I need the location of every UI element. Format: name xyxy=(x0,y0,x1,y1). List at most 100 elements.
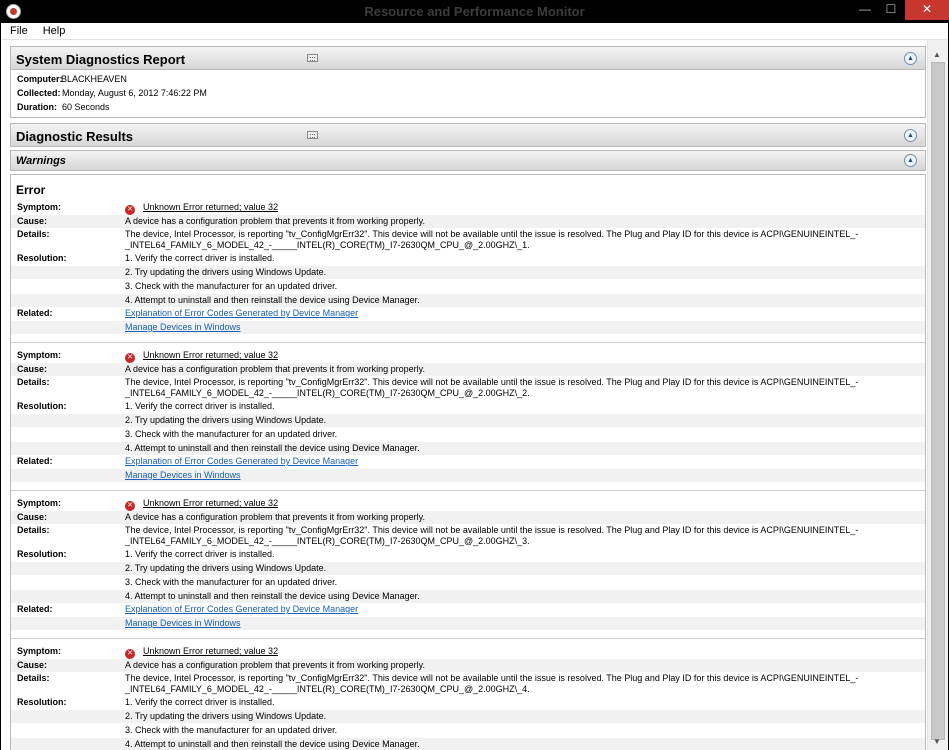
detail-row: 3. Check with the manufacturer for an up… xyxy=(11,576,925,589)
details-text-cont: _INTEL64_FAMILY_6_MODEL_42_-_____INTEL(R… xyxy=(125,240,530,251)
detail-row: 4. Attempt to uninstall and then reinsta… xyxy=(11,441,925,455)
detail-row: Resolution: 1. Verify the correct driver … xyxy=(11,400,925,413)
detail-row: Resolution: 1. Verify the correct driver … xyxy=(11,252,925,265)
cause-text: A device has a configuration problem tha… xyxy=(125,511,425,522)
resolution-step: 3. Check with the manufacturer for an up… xyxy=(125,428,338,439)
close-button[interactable]: ✕ xyxy=(905,0,949,20)
collapse-up-icon[interactable]: ▲ xyxy=(904,52,917,65)
field-label: Resolution: xyxy=(17,697,67,708)
scroll-down-icon[interactable]: ▼ xyxy=(933,737,941,746)
menu-help[interactable]: Help xyxy=(34,23,72,37)
details-text-cont: _INTEL64_FAMILY_6_MODEL_42_-_____INTEL(R… xyxy=(125,388,530,399)
scroll-up-icon[interactable]: ▲ xyxy=(933,50,941,59)
field-label: Cause: xyxy=(17,659,48,670)
field-label: Resolution: xyxy=(17,253,67,264)
detail-row: Cause: A device has a configuration probl… xyxy=(11,658,925,672)
resolution-step: 3. Check with the manufacturer for an up… xyxy=(125,724,338,735)
field-label: Symptom: xyxy=(17,498,62,508)
details-text-cont: _INTEL64_FAMILY_6_MODEL_42_-_____INTEL(R… xyxy=(125,536,530,547)
cause-text: A device has a configuration problem tha… xyxy=(125,363,425,374)
detail-row: Symptom: ✕ Unknown Error returned; value 3… xyxy=(11,201,925,215)
detail-row: 4. Attempt to uninstall and then reinsta… xyxy=(11,737,925,750)
resolution-step: 1. Verify the correct driver is installe… xyxy=(125,697,275,708)
detail-row: Related: Explanation of Error Codes Gener… xyxy=(11,455,925,468)
divider xyxy=(11,342,925,343)
error-section: Error Symptom: ✕ Unknown Error returned; v… xyxy=(10,174,926,750)
related-link[interactable]: Explanation of Error Codes Generated by … xyxy=(125,456,358,466)
cause-text: A device has a configuration problem tha… xyxy=(125,659,425,670)
detail-row: Related: Explanation of Error Codes Gener… xyxy=(11,603,925,616)
collected-row: Collected:Monday, August 6, 2012 7:46:22… xyxy=(17,88,207,98)
section-grip-icon[interactable] xyxy=(307,54,318,62)
error-icon: ✕ xyxy=(125,649,135,659)
report-title: System Diagnostics Report xyxy=(16,52,186,67)
error-icon: ✕ xyxy=(125,353,135,363)
field-label: Symptom: xyxy=(17,646,62,656)
detail-row: 2. Try updating the drivers using Window… xyxy=(11,266,925,280)
section-header-system-diagnostics[interactable]: System Diagnostics Report ▲ xyxy=(10,46,926,70)
vertical-scrollbar[interactable]: ▲ ▼ xyxy=(927,40,948,750)
resolution-step: 4. Attempt to uninstall and then reinsta… xyxy=(125,590,420,601)
detail-row: Details: The device, Intel Processor, is … xyxy=(11,524,925,548)
detail-row: Cause: A device has a configuration probl… xyxy=(11,510,925,524)
related-link[interactable]: Manage Devices in Windows xyxy=(125,618,241,628)
section-grip-icon[interactable] xyxy=(307,131,318,139)
field-label: Resolution: xyxy=(17,549,67,560)
detail-row: Cause: A device has a configuration probl… xyxy=(11,362,925,376)
symptom-text[interactable]: Unknown Error returned; value 32 xyxy=(143,498,278,508)
detail-row: Resolution: 1. Verify the correct driver … xyxy=(11,696,925,709)
related-link[interactable]: Explanation of Error Codes Generated by … xyxy=(125,604,358,614)
section-header-warnings[interactable]: Warnings ▲ xyxy=(10,150,926,171)
maximize-button[interactable]: ☐ xyxy=(878,0,904,20)
field-label: Related: xyxy=(17,604,53,615)
detail-row: Related: Explanation of Error Codes Gener… xyxy=(11,307,925,320)
field-label: Details: xyxy=(17,673,50,684)
symptom-text[interactable]: Unknown Error returned; value 32 xyxy=(143,350,278,360)
resolution-step: 1. Verify the correct driver is installe… xyxy=(125,253,275,264)
related-link[interactable]: Manage Devices in Windows xyxy=(125,322,241,332)
field-label: Symptom: xyxy=(17,202,62,212)
menu-file[interactable]: File xyxy=(1,23,34,37)
detail-row: Manage Devices in Windows xyxy=(11,320,925,334)
resolution-step: 3. Check with the manufacturer for an up… xyxy=(125,280,338,291)
detail-row: 2. Try updating the drivers using Window… xyxy=(11,562,925,576)
detail-row: Details: The device, Intel Processor, is … xyxy=(11,376,925,400)
field-label: Details: xyxy=(17,525,50,536)
divider xyxy=(11,490,925,491)
detail-row: Details: The device, Intel Processor, is … xyxy=(11,672,925,696)
related-link[interactable]: Manage Devices in Windows xyxy=(125,470,241,480)
detail-row: Details: The device, Intel Processor, is … xyxy=(11,228,925,252)
details-text: The device, Intel Processor, is reportin… xyxy=(125,229,859,240)
field-label: Related: xyxy=(17,456,53,467)
detail-row: Symptom: ✕ Unknown Error returned; value 3… xyxy=(11,497,925,511)
field-label: Cause: xyxy=(17,363,48,374)
scroll-thumb[interactable] xyxy=(931,62,945,740)
field-label: Details: xyxy=(17,229,50,240)
symptom-text[interactable]: Unknown Error returned; value 32 xyxy=(143,646,278,656)
error-title: Error xyxy=(16,183,46,197)
detail-row: 3. Check with the manufacturer for an up… xyxy=(11,724,925,737)
minimize-button[interactable]: — xyxy=(852,0,878,20)
symptom-text[interactable]: Unknown Error returned; value 32 xyxy=(143,202,278,212)
detail-row: 2. Try updating the drivers using Window… xyxy=(11,414,925,428)
collapse-up-icon[interactable]: ▲ xyxy=(904,129,917,142)
section-header-diagnostic-results[interactable]: Diagnostic Results ▲ xyxy=(10,123,926,147)
system-info-box: Computer:BLACKHEAVEN Collected:Monday, A… xyxy=(10,70,926,118)
collapse-up-icon[interactable]: ▲ xyxy=(904,154,917,167)
warnings-title: Warnings xyxy=(16,155,66,167)
detail-row: Resolution: 1. Verify the correct driver … xyxy=(11,548,925,561)
report-content: System Diagnostics Report ▲ Computer:BLA… xyxy=(1,40,927,750)
details-text: The device, Intel Processor, is reportin… xyxy=(125,525,859,536)
detail-row: Symptom: ✕ Unknown Error returned; value 3… xyxy=(11,645,925,659)
resolution-step: 2. Try updating the drivers using Window… xyxy=(125,415,327,426)
resolution-step: 2. Try updating the drivers using Window… xyxy=(125,563,327,574)
related-link[interactable]: Explanation of Error Codes Generated by … xyxy=(125,308,358,318)
error-icon: ✕ xyxy=(125,205,135,215)
field-label: Related: xyxy=(17,308,53,319)
cause-text: A device has a configuration problem tha… xyxy=(125,215,425,226)
results-title: Diagnostic Results xyxy=(16,129,134,144)
resolution-step: 1. Verify the correct driver is installe… xyxy=(125,401,275,412)
resolution-step: 3. Check with the manufacturer for an up… xyxy=(125,576,338,587)
field-label: Resolution: xyxy=(17,401,67,412)
detail-row: 3. Check with the manufacturer for an up… xyxy=(11,280,925,293)
